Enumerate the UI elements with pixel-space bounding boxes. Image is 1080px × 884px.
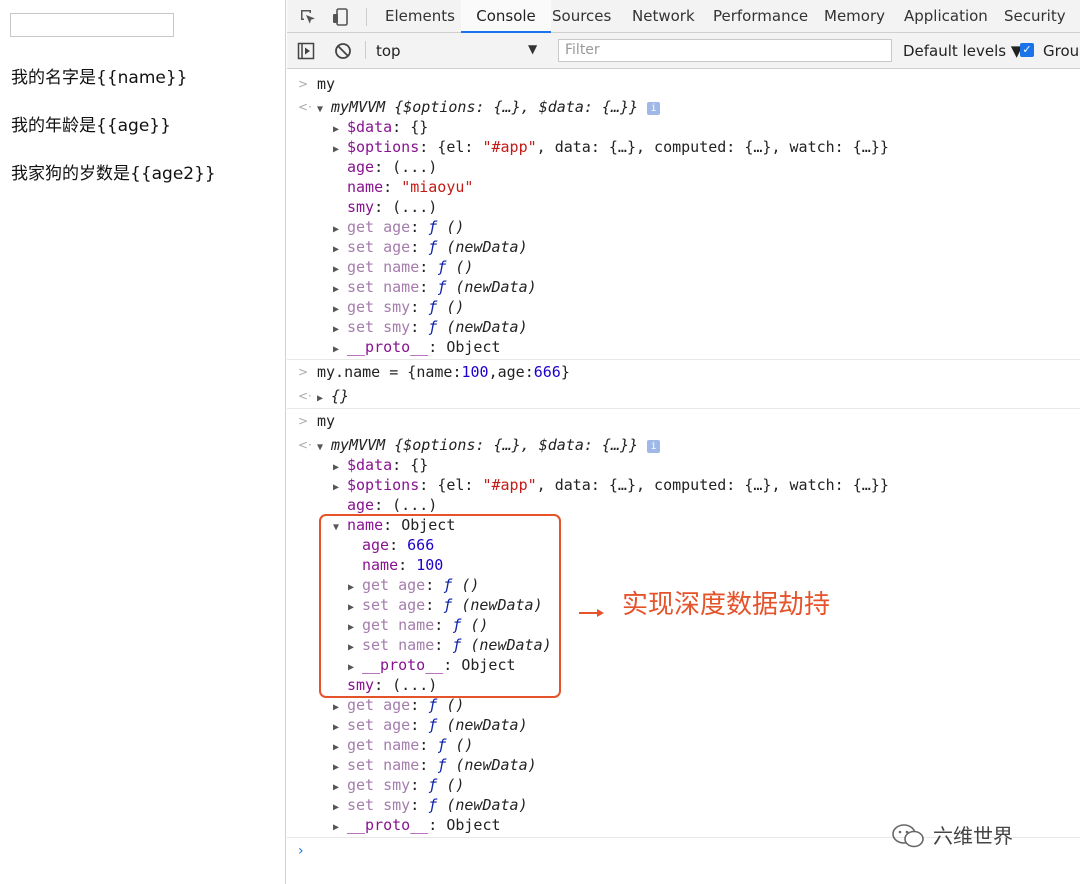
input-chevron-icon: > xyxy=(298,77,309,91)
tree-row[interactable]: ▶ get age: ƒ () xyxy=(333,695,464,715)
tree-row[interactable]: ▶ get smy: ƒ () xyxy=(333,297,464,317)
input-chevron-icon: > xyxy=(298,365,309,379)
group-checkbox[interactable]: ✓ xyxy=(1020,43,1034,57)
message-divider xyxy=(287,408,1080,409)
result-arrow-icon: <· xyxy=(298,438,312,452)
dog-age-line: 我家狗的岁数是{{age2}} xyxy=(11,164,216,184)
tree-row[interactable]: ▶ set name: ƒ (newData) xyxy=(333,277,537,297)
tabbar-separator xyxy=(366,8,367,26)
wechat-icon xyxy=(892,824,924,848)
tree-row[interactable]: ▶ $options: {el: "#app", data: {…}, compu… xyxy=(333,475,889,495)
info-icon: i xyxy=(647,440,661,453)
context-dropdown-icon[interactable]: ▼ xyxy=(528,42,537,56)
watermark-text: 六维世界 xyxy=(933,824,1013,848)
name-input[interactable] xyxy=(10,13,174,37)
clear-console-icon[interactable] xyxy=(334,42,352,60)
tree-row[interactable]: ▶ $options: {el: "#app", data: {…}, compu… xyxy=(333,137,889,157)
expand-triangle-icon[interactable]: ▶ xyxy=(333,140,347,160)
age-line: 我的年龄是{{age}} xyxy=(11,116,171,136)
device-toolbar-icon[interactable] xyxy=(332,8,350,26)
tree-row[interactable]: ▶ set age: ƒ (newData) xyxy=(333,715,528,735)
expand-triangle-icon[interactable]: ▶ xyxy=(333,340,347,360)
expand-triangle-icon[interactable]: ▶ xyxy=(333,478,347,498)
collapse-triangle-icon[interactable]: ▼ xyxy=(317,438,331,458)
default-levels-dropdown[interactable]: Default levels ▼ xyxy=(903,42,1022,60)
tree-row: name: "miaoyu" xyxy=(347,178,474,196)
tree-row[interactable]: ▶ set age: ƒ (newData) xyxy=(333,237,528,257)
highlight-box xyxy=(319,514,561,698)
tab-sources[interactable]: Sources xyxy=(552,0,611,33)
context-selector[interactable]: top xyxy=(376,42,401,60)
result-arrow-icon: <· xyxy=(298,100,312,114)
tree-row[interactable]: ▶ __proto__: Object xyxy=(333,815,501,835)
devtools-tabbar: Elements Console Sources Network Perform… xyxy=(287,0,1080,33)
result-arrow-icon: <· xyxy=(298,389,312,403)
info-icon: i xyxy=(647,102,661,115)
tree-row[interactable]: ▶ $data: {} xyxy=(333,117,428,137)
devtools-panel: Elements Console Sources Network Perform… xyxy=(287,0,1080,884)
tree-row[interactable]: age: (...) xyxy=(347,157,437,177)
message-divider xyxy=(287,359,1080,360)
tree-row[interactable]: ▶ get smy: ƒ () xyxy=(333,775,464,795)
annotation-arrow-icon xyxy=(579,609,604,617)
sidebar-toggle-icon[interactable] xyxy=(297,42,315,60)
tree-row[interactable]: ▶ get age: ƒ () xyxy=(333,217,464,237)
tree-row[interactable]: ▶ $data: {} xyxy=(333,455,428,475)
tree-row[interactable]: ▶ set name: ƒ (newData) xyxy=(333,755,537,775)
page-preview: 我的名字是{{name}} 我的年龄是{{age}} 我家狗的岁数是{{age2… xyxy=(0,0,286,884)
tab-console[interactable]: Console xyxy=(461,0,551,33)
tab-elements[interactable]: Elements xyxy=(385,0,455,33)
tab-performance[interactable]: Performance xyxy=(713,0,808,33)
name-line: 我的名字是{{name}} xyxy=(11,68,188,88)
console-prompt-icon[interactable]: › xyxy=(298,843,304,859)
collapse-triangle-icon[interactable]: ▼ xyxy=(317,100,331,120)
tree-row[interactable]: ▶ set smy: ƒ (newData) xyxy=(333,795,528,815)
console-toolbar: top ▼ Filter Default levels ▼ ✓ Group xyxy=(287,33,1080,69)
tab-security[interactable]: Security xyxy=(1004,0,1066,33)
tab-network[interactable]: Network xyxy=(632,0,695,33)
inspect-element-icon[interactable] xyxy=(299,8,317,26)
tree-row[interactable]: ▶ __proto__: Object xyxy=(333,337,501,357)
group-label: Group xyxy=(1043,42,1080,60)
input-chevron-icon: > xyxy=(298,414,309,428)
toolbar-separator xyxy=(365,41,366,59)
tree-row[interactable]: smy: (...) xyxy=(347,197,437,217)
tree-row[interactable]: ▶ get name: ƒ () xyxy=(333,257,473,277)
tab-application[interactable]: Application xyxy=(904,0,988,33)
annotation-label: 实现深度数据劫持 xyxy=(622,590,831,620)
tree-row[interactable]: ▶ set smy: ƒ (newData) xyxy=(333,317,528,337)
expand-triangle-icon[interactable]: ▶ xyxy=(317,389,331,409)
filter-input[interactable]: Filter xyxy=(558,39,892,62)
tree-row[interactable]: ▶ get name: ƒ () xyxy=(333,735,473,755)
expand-triangle-icon[interactable]: ▶ xyxy=(333,818,347,838)
tree-row[interactable]: age: (...) xyxy=(347,495,437,515)
tab-memory[interactable]: Memory xyxy=(824,0,885,33)
